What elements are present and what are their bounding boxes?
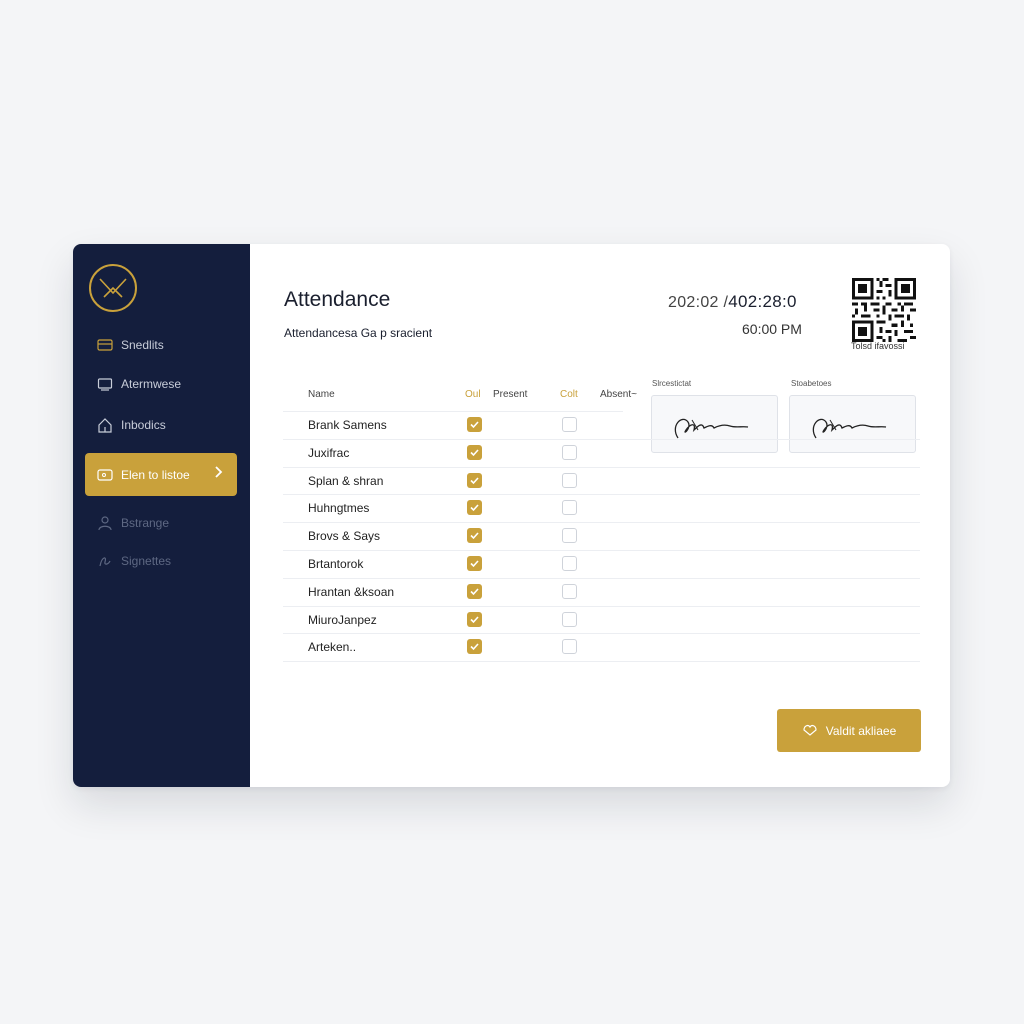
table-row: Brank Samens xyxy=(283,411,623,439)
column-header-absent: Absent~ xyxy=(600,389,637,400)
attendee-name: Juxifrac xyxy=(308,445,350,460)
table-row: Arteken.. xyxy=(283,633,920,661)
validate-button[interactable]: Valdit akliaee xyxy=(777,709,921,752)
qr-caption: Tolsd ifavossi xyxy=(851,341,905,351)
validate-label: Valdit akliaee xyxy=(825,723,897,738)
absent-checkbox[interactable] xyxy=(562,444,577,460)
main-panel: Attendance Attendancesa Ga p sracient 20… xyxy=(250,244,950,787)
present-checkbox[interactable] xyxy=(467,556,482,571)
absent-checkbox[interactable] xyxy=(562,417,577,432)
date-display: 202:02 /402:28:0 xyxy=(668,292,797,312)
present-checkbox[interactable] xyxy=(467,472,482,488)
attendee-name: Splan & shran xyxy=(308,473,384,488)
sidebar-item-label: Elen to listoe xyxy=(121,467,190,482)
present-checkbox[interactable] xyxy=(467,611,482,627)
absent-checkbox[interactable] xyxy=(562,528,577,544)
absent-checkbox[interactable] xyxy=(562,556,577,571)
sidebar-item-label: Signettes xyxy=(121,554,172,568)
table-row: Huhngtmes xyxy=(283,494,920,522)
sidebar-item-label: Atermwese xyxy=(121,377,182,391)
table-divider xyxy=(283,661,920,663)
column-header-present: Present xyxy=(493,389,528,400)
table-row: Brtantorok xyxy=(283,550,920,578)
table-row: MiuroJanpez xyxy=(283,605,920,634)
present-checkbox[interactable] xyxy=(467,500,482,516)
table-row: Juxifrac xyxy=(283,438,920,467)
table-row: Splan & shran xyxy=(283,466,920,495)
chevron-right-icon xyxy=(213,465,223,482)
attendee-name: Brank Samens xyxy=(308,418,387,432)
users-icon xyxy=(95,515,115,531)
attendee-name: Brovs & Says xyxy=(308,529,381,544)
signature-label: Slrcestictat xyxy=(652,379,692,388)
absent-checkbox[interactable] xyxy=(562,611,577,627)
time-display: 60:00 PM xyxy=(742,321,802,337)
present-checkbox[interactable] xyxy=(467,444,482,460)
column-header-colt: Colt xyxy=(560,389,578,400)
sidebar-item-label: Bstrange xyxy=(121,516,170,530)
monitor-icon xyxy=(95,376,115,392)
absent-checkbox[interactable] xyxy=(562,500,577,516)
attendee-name: Brtantorok xyxy=(308,557,364,571)
column-header-name: Name xyxy=(308,389,335,400)
logo-icon xyxy=(89,264,137,312)
home-icon xyxy=(95,417,115,433)
qr-code-icon[interactable] xyxy=(852,278,916,342)
date-prefix: 202:02 / xyxy=(668,294,729,311)
sidebar-item-signettes[interactable]: Signettes xyxy=(85,541,237,581)
date-main: 402:28:0 xyxy=(728,292,797,311)
sidebar-item-label: Snedlits xyxy=(121,338,164,352)
present-checkbox[interactable] xyxy=(467,639,482,655)
attendance-card: Snedlits Atermwese Inbodics Elen to list… xyxy=(73,244,950,787)
absent-checkbox[interactable] xyxy=(562,472,577,488)
absent-checkbox[interactable] xyxy=(562,583,577,599)
sidebar-item-snedlits[interactable]: Snedlits xyxy=(85,325,237,365)
present-checkbox[interactable] xyxy=(467,528,482,544)
present-checkbox[interactable] xyxy=(467,583,482,599)
sidebar-item-elen-to-listoe[interactable]: Elen to listoe xyxy=(85,453,237,496)
validate-icon xyxy=(802,722,818,739)
page-subtitle: Attendancesa Ga p sracient xyxy=(284,326,433,340)
sidebar-item-bstrange[interactable]: Bstrange xyxy=(85,503,237,543)
sidebar-item-label: Inbodics xyxy=(121,418,166,432)
column-header-out: Oul xyxy=(465,389,481,400)
table-row: Brovs & Says xyxy=(283,522,920,550)
page-title: Attendance xyxy=(284,288,391,311)
present-checkbox[interactable] xyxy=(467,417,482,432)
signature-label: Stoabetoes xyxy=(791,379,832,388)
attendee-name: MiuroJanpez xyxy=(308,612,377,627)
sidebar-item-inbodics[interactable]: Inbodics xyxy=(85,405,237,445)
attendee-name: Arteken.. xyxy=(308,640,357,655)
sidebar-item-atermwese[interactable]: Atermwese xyxy=(85,364,237,404)
sidebar: Snedlits Atermwese Inbodics Elen to list… xyxy=(73,244,250,787)
absent-checkbox[interactable] xyxy=(562,639,577,655)
attendee-name: Hrantan &ksoan xyxy=(308,584,395,599)
card-icon xyxy=(95,337,115,353)
wallet-icon xyxy=(95,467,115,483)
signature-icon xyxy=(95,553,115,569)
table-row: Hrantan &ksoan xyxy=(283,577,920,606)
attendee-name: Huhngtmes xyxy=(308,501,370,516)
